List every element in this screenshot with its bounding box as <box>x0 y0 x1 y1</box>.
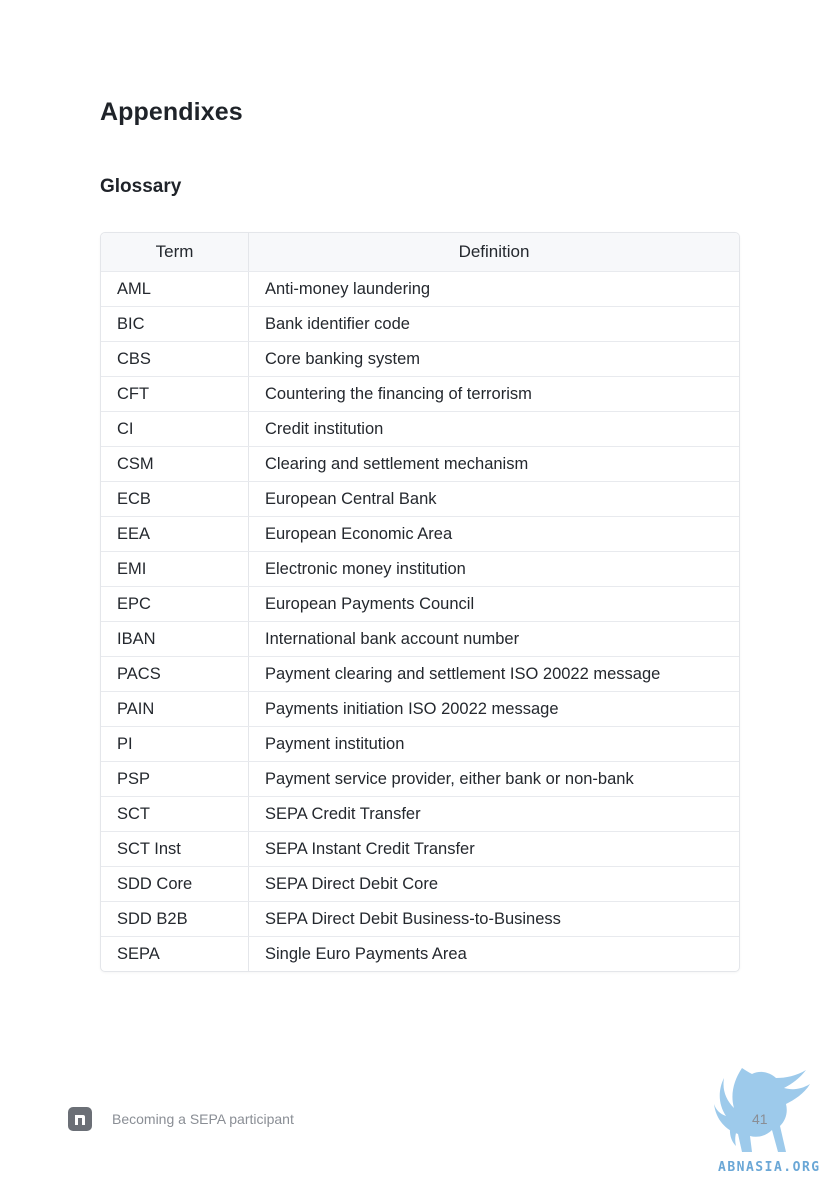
term-cell: SCT Inst <box>101 832 249 866</box>
term-cell: SDD B2B <box>101 902 249 936</box>
definition-cell: Payment service provider, either bank or… <box>265 769 634 788</box>
definition-cell: Clearing and settlement mechanism <box>265 454 529 473</box>
term-cell: PAIN <box>101 692 249 726</box>
definition-cell: SEPA Direct Debit Core <box>265 874 439 893</box>
brand-n-logo-icon <box>68 1107 92 1131</box>
glossary-table: Term Definition AML Anti-money launderin… <box>100 232 740 972</box>
term-cell: IBAN <box>101 622 249 656</box>
term-cell: EPC <box>101 587 249 621</box>
watermark-text: ABNASIA.ORG <box>718 1160 821 1175</box>
table-row: PI Payment institution <box>101 726 739 761</box>
term-cell: SEPA <box>101 937 249 971</box>
table-row: CSM Clearing and settlement mechanism <box>101 446 739 481</box>
section-title-glossary: Glossary <box>100 176 182 197</box>
term-cell: AML <box>101 272 249 306</box>
term-cell: PACS <box>101 657 249 691</box>
table-row: IBAN International bank account number <box>101 621 739 656</box>
definition-cell: Single Euro Payments Area <box>265 944 467 963</box>
definition-cell: SEPA Credit Transfer <box>265 804 421 823</box>
table-row: SEPA Single Euro Payments Area <box>101 936 739 971</box>
table-row: EMI Electronic money institution <box>101 551 739 586</box>
definition-cell: Anti-money laundering <box>265 279 431 298</box>
definition-cell: European Economic Area <box>265 524 453 543</box>
term-cell: EEA <box>101 517 249 551</box>
definition-cell: Payment clearing and settlement ISO 2002… <box>265 664 661 683</box>
definition-cell: Payments initiation ISO 20022 message <box>265 699 559 718</box>
term-cell: PSP <box>101 762 249 796</box>
table-row: BIC Bank identifier code <box>101 306 739 341</box>
table-row: CFT Countering the financing of terroris… <box>101 376 739 411</box>
table-row: CI Credit institution <box>101 411 739 446</box>
term-cell: EMI <box>101 552 249 586</box>
page-number: 41 <box>752 1111 768 1127</box>
term-cell: CI <box>101 412 249 446</box>
table-row: ECB European Central Bank <box>101 481 739 516</box>
definition-cell: Core banking system <box>265 349 420 368</box>
term-cell: SDD Core <box>101 867 249 901</box>
term-cell: BIC <box>101 307 249 341</box>
griffin-watermark-icon <box>714 1068 810 1152</box>
term-cell: ECB <box>101 482 249 516</box>
table-row: EEA European Economic Area <box>101 516 739 551</box>
table-row: PSP Payment service provider, either ban… <box>101 761 739 796</box>
definition-cell: Electronic money institution <box>265 559 466 578</box>
term-cell: CBS <box>101 342 249 376</box>
definition-cell: Bank identifier code <box>265 314 410 333</box>
definition-cell: SEPA Direct Debit Business-to-Business <box>265 909 561 928</box>
column-header-term: Term <box>101 233 249 271</box>
definition-cell: Credit institution <box>265 419 384 438</box>
table-header-row: Term Definition <box>101 233 739 271</box>
table-row: SDD B2B SEPA Direct Debit Business-to-Bu… <box>101 901 739 936</box>
column-header-definition: Definition <box>458 242 530 261</box>
definition-cell: European Payments Council <box>265 594 475 613</box>
term-cell: SCT <box>101 797 249 831</box>
table-row: EPC European Payments Council <box>101 586 739 621</box>
table-row: PAIN Payments initiation ISO 20022 messa… <box>101 691 739 726</box>
page-title: Appendixes <box>100 98 243 126</box>
definition-cell: SEPA Instant Credit Transfer <box>265 839 475 858</box>
table-row: CBS Core banking system <box>101 341 739 376</box>
footer-document-title: Becoming a SEPA participant <box>112 1111 294 1127</box>
term-cell: PI <box>101 727 249 761</box>
definition-cell: International bank account number <box>265 629 520 648</box>
definition-cell: Countering the financing of terrorism <box>265 384 532 403</box>
term-cell: CSM <box>101 447 249 481</box>
table-row: PACS Payment clearing and settlement ISO… <box>101 656 739 691</box>
table-row: AML Anti-money laundering <box>101 271 739 306</box>
table-row: SCT SEPA Credit Transfer <box>101 796 739 831</box>
term-cell: CFT <box>101 377 249 411</box>
table-row: SDD Core SEPA Direct Debit Core <box>101 866 739 901</box>
definition-cell: European Central Bank <box>265 489 437 508</box>
definition-cell: Payment institution <box>265 734 405 753</box>
table-row: SCT Inst SEPA Instant Credit Transfer <box>101 831 739 866</box>
